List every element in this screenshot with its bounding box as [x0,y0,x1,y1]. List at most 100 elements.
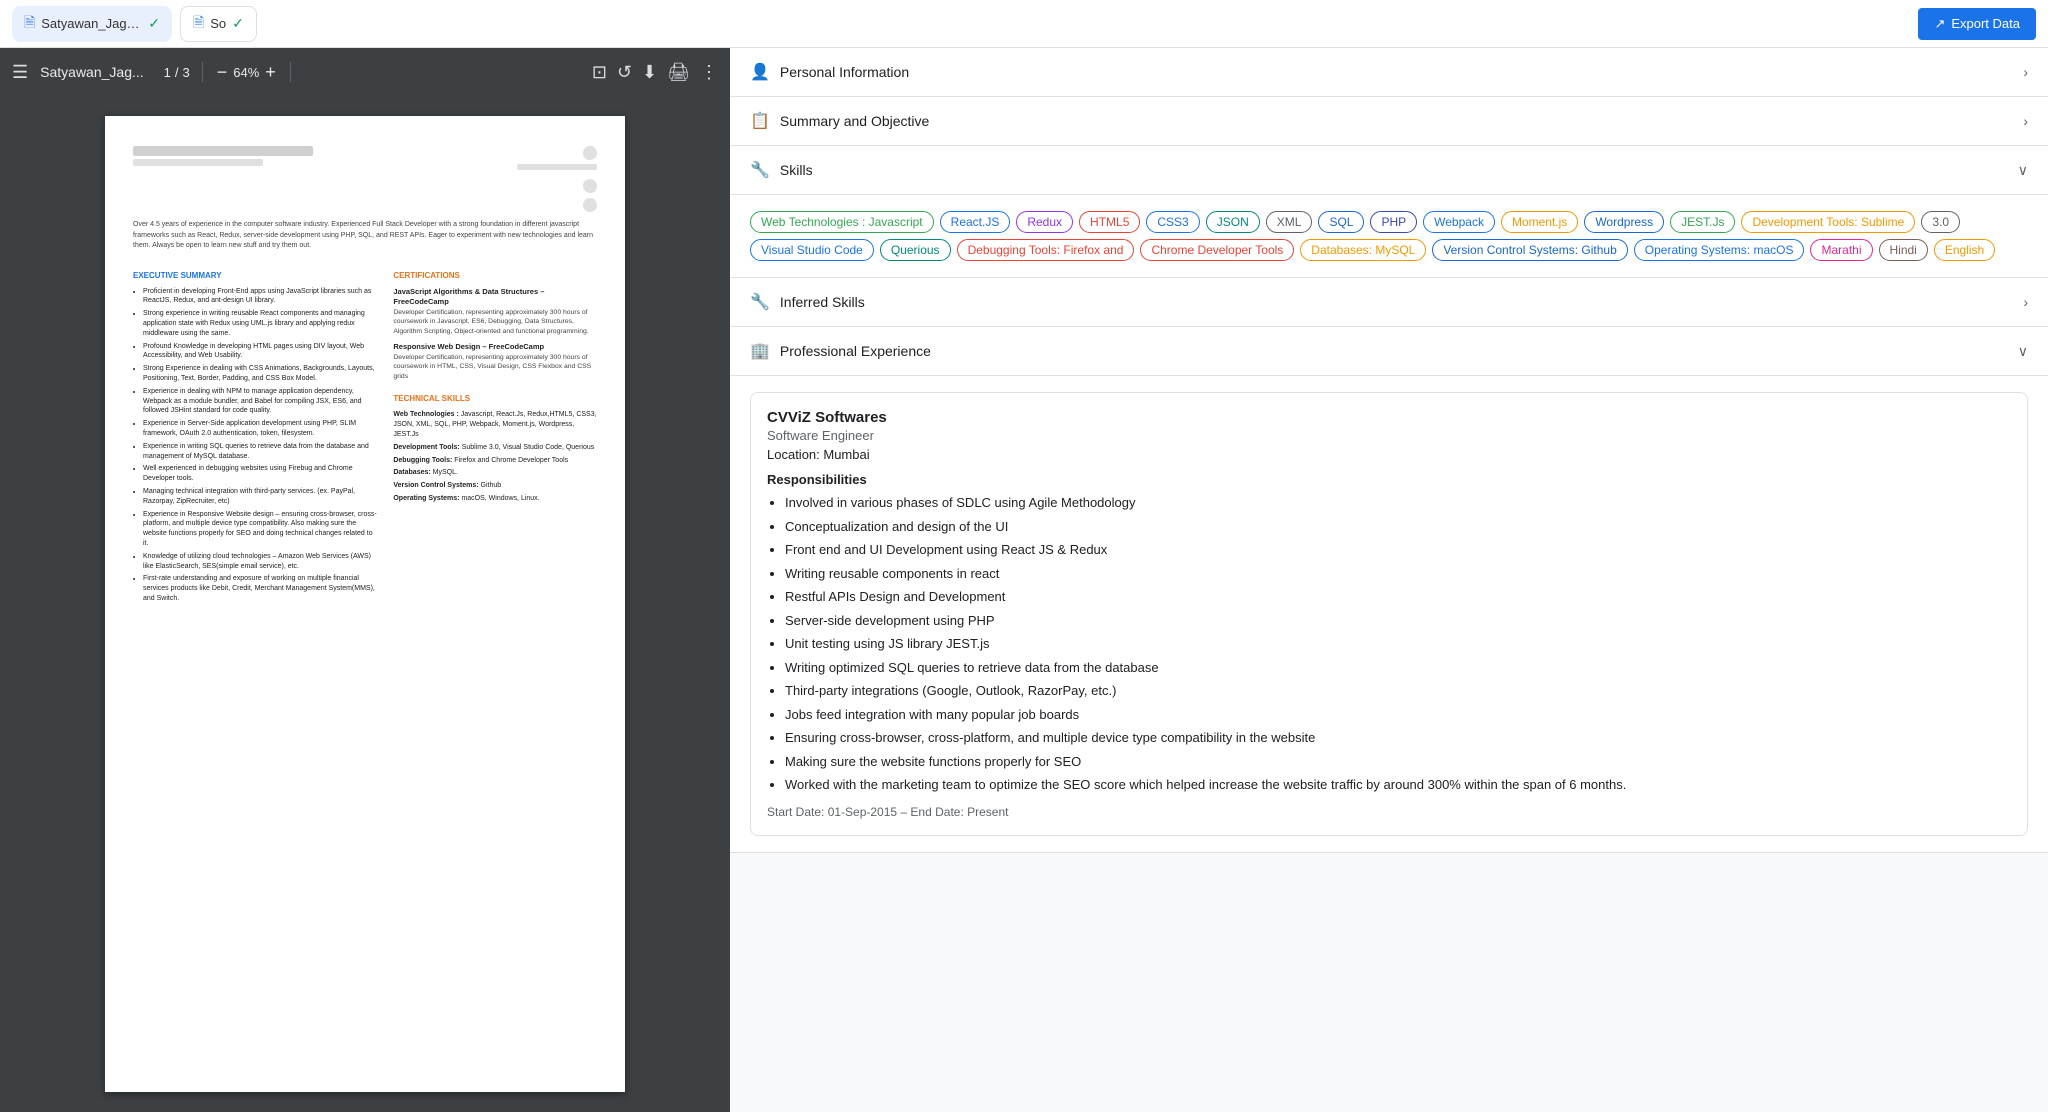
skill-tag[interactable]: Wordpress [1584,211,1664,233]
menu-icon[interactable]: ☰ [12,62,28,83]
skill-tag[interactable]: PHP [1370,211,1417,233]
exp-card-cvviz: CVViZ Softwares Software Engineer Locati… [750,392,2028,836]
resume-right: CERTIFICATIONS JavaScript Algorithms & D… [393,262,597,607]
bullet-item: Experience in dealing with NPM to manage… [143,387,377,416]
skill-tag[interactable]: Operating Systems: macOS [1634,239,1805,261]
skills-label: Skills [780,162,813,178]
exp-bullet-item: Involved in various phases of SDLC using… [785,493,2011,513]
bullet-item: Experience in writing SQL queries to ret… [143,442,377,462]
skill-tag[interactable]: Visual Studio Code [750,239,874,261]
toolbar-separator-2 [290,62,291,82]
page-current: 1 [164,65,171,80]
cert2-title: Responsive Web Design – FreeCodeCamp [393,342,597,353]
top-bar: 🗎 Satyawan_Jagan... ✓ 🗎 So ✓ ↗ Export Da… [0,0,2048,48]
pdf-content: Over 4.5 years of experience in the comp… [0,96,730,1112]
skill-web: Web Technologies : Javascript, React.Js,… [393,410,597,439]
skill-tag[interactable]: Debugging Tools: Firefox and [957,239,1135,261]
exp-bullet-item: Making sure the website functions proper… [785,752,2011,772]
skill-tag[interactable]: Databases: MySQL [1300,239,1426,261]
cert1-title: JavaScript Algorithms & Data Structures … [393,287,597,308]
tab-2[interactable]: 🗎 So ✓ [180,6,257,42]
skill-tag[interactable]: Marathi [1810,239,1872,261]
skill-tag[interactable]: Webpack [1423,211,1495,233]
summary-label: Summary and Objective [780,113,929,129]
bullet-item: Experience in Responsive Website design … [143,510,377,549]
section-summary-objective[interactable]: 📋 Summary and Objective › [730,97,2048,146]
skills-expanded-section: Web Technologies : Javascript React.JSRed… [730,195,2048,278]
zoom-level: 64% [233,65,259,80]
experience-label: Professional Experience [780,343,931,359]
skill-tag[interactable]: Version Control Systems: Github [1432,239,1627,261]
skill-tag[interactable]: Development Tools: Sublime [1741,211,1915,233]
section-personal-information[interactable]: 👤 Personal Information › [730,48,2048,97]
tab-2-label: So [210,16,226,31]
skill-tag[interactable]: SQL [1318,211,1364,233]
skill-tag[interactable]: Web Technologies : Javascript [750,211,934,233]
exp-company: CVViZ Softwares [767,409,2011,426]
skills-tags: Web Technologies : Javascript React.JSRed… [750,211,2028,261]
check-icon-2: ✓ [232,15,244,32]
main-layout: ☰ Satyawan_Jag... 1 / 3 − 64% + ⊡ ↺ ⬇ 🖨 … [0,48,2048,1112]
skill-tag[interactable]: Moment.js [1501,211,1578,233]
exp-bullet-item: Third-party integrations (Google, Outloo… [785,681,2011,701]
skill-tag[interactable]: Chrome Developer Tools [1140,239,1294,261]
exp-bullet-item: Unit testing using JS library JEST.js [785,634,2011,654]
skill-tag[interactable]: XML [1266,211,1313,233]
exp-location: Location: Mumbai [767,447,2011,462]
exp-bullet-item: Writing optimized SQL queries to retriev… [785,658,2011,678]
skills-icon: 🔧 [750,160,770,180]
chevron-right-inferred: › [2023,294,2028,310]
skill-vcs: Version Control Systems: Github [393,481,597,491]
exp-bullet-item: Writing reusable components in react [785,564,2011,584]
export-button[interactable]: ↗ Export Data [1918,8,2036,40]
bullet-item: Proficient in developing Front-End apps … [143,287,377,307]
skill-tag[interactable]: HTML5 [1079,211,1140,233]
rotate-icon[interactable]: ↺ [617,62,632,83]
exp-bullets: Involved in various phases of SDLC using… [767,493,2011,795]
chevron-down-skills: ∨ [2018,162,2028,179]
technical-skills-title: TECHNICAL SKILLS [393,393,597,404]
doc-icon-2: 🗎 [193,12,204,36]
summary-icon: 📋 [750,111,770,131]
exp-bullet-item: Ensuring cross-browser, cross-platform, … [785,728,2011,748]
tab-1-label: Satyawan_Jagan... [41,16,142,31]
check-icon-1: ✓ [148,15,160,32]
more-options-icon[interactable]: ⋮ [700,62,718,83]
print-icon[interactable]: 🖨 [667,62,690,83]
cert2-body: Developer Certification, representing ap… [393,353,597,382]
skill-tag[interactable]: Hindi [1879,239,1928,261]
skill-tag[interactable]: JSON [1206,211,1260,233]
skill-tag[interactable]: CSS3 [1146,211,1199,233]
skill-dev: Development Tools: Sublime 3.0, Visual S… [393,443,597,453]
toolbar-separator-1 [202,62,203,82]
person-icon: 👤 [750,62,770,82]
skill-tag[interactable]: 3.0 [1921,211,1960,233]
experience-expanded-section: CVViZ Softwares Software Engineer Locati… [730,376,2048,853]
chevron-down-experience: ∨ [2018,343,2028,360]
section-skills[interactable]: 🔧 Skills ∨ [730,146,2048,195]
download-icon[interactable]: ⬇ [642,62,657,83]
exec-summary-title: EXECUTIVE SUMMARY [133,270,377,281]
zoom-out-button[interactable]: − [215,62,230,83]
chevron-right-summary: › [2023,113,2028,129]
fit-page-icon[interactable]: ⊡ [592,62,607,83]
resume-cols: EXECUTIVE SUMMARY Proficient in developi… [133,262,597,607]
skill-tag[interactable]: English [1934,239,1995,261]
bullet-item: Knowledge of utilizing cloud technologie… [143,552,377,572]
skill-tag[interactable]: React.JS [940,211,1011,233]
section-inferred-skills[interactable]: 🔧 Inferred Skills › [730,278,2048,327]
bullet-item: Strong experience in writing reusable Re… [143,309,377,338]
pdf-page-nav: 1 / 3 [164,65,190,80]
exp-bullet-item: Conceptualization and design of the UI [785,517,2011,537]
bullet-item: Managing technical integration with thir… [143,487,377,507]
skill-tag[interactable]: Querious [880,239,951,261]
tab-1[interactable]: 🗎 Satyawan_Jagan... ✓ [12,6,172,42]
skill-tag[interactable]: JEST.Js [1670,211,1735,233]
bullet-item: Profound Knowledge in developing HTML pa… [143,342,377,362]
zoom-in-button[interactable]: + [263,62,278,83]
section-professional-experience[interactable]: 🏢 Professional Experience ∨ [730,327,2048,376]
bullet-item: First-rate understanding and exposure of… [143,574,377,603]
skill-tag[interactable]: Redux [1016,211,1073,233]
exp-bullet-item: Restful APIs Design and Development [785,587,2011,607]
skill-db: Databases: MySQL. [393,468,597,478]
